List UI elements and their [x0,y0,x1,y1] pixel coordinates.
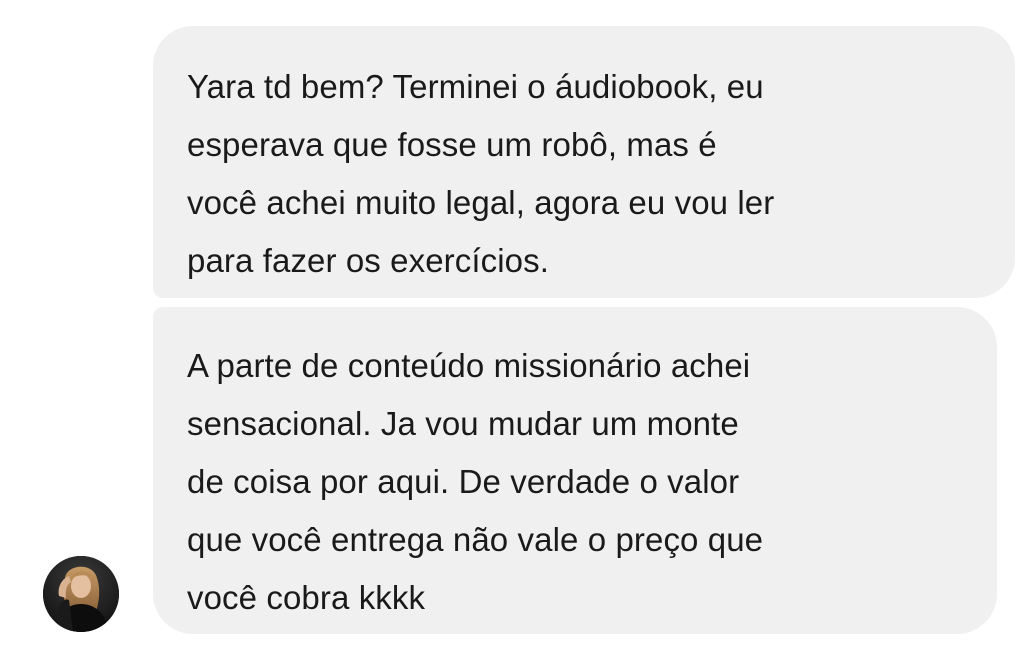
sender-avatar[interactable] [43,556,119,632]
avatar-photo-icon [43,556,119,632]
message-bubble[interactable]: A parte de conteúdo missionário achei se… [153,307,997,634]
message-text-line: que você entrega não vale o preço que [187,521,764,558]
chat-thread: Yara td bem? Terminei o áudiobook, eu es… [0,0,1024,662]
message-text-line: você achei muito legal, agora eu vou ler [187,184,775,221]
message-text-line: esperava que fosse um robô, mas é [187,126,717,163]
message-text-line: para fazer os exercícios. [187,242,549,279]
message-bubble[interactable]: Yara td bem? Terminei o áudiobook, eu es… [153,26,1015,298]
message-text-line: A parte de conteúdo missionário achei [187,347,751,384]
message-text-line: de coisa por aqui. De verdade o valor [187,463,740,500]
message-text-line: Yara td bem? Terminei o áudiobook, eu [187,68,764,105]
message-text-line: sensacional. Ja vou mudar um monte [187,405,739,442]
message-text-line: você cobra kkkk [187,579,426,616]
